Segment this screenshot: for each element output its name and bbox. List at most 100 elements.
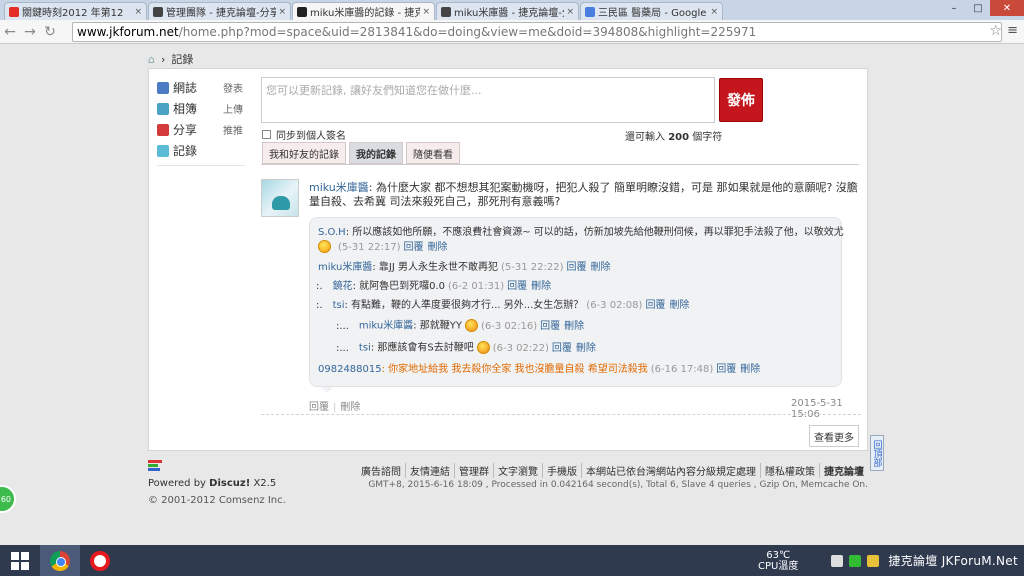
- site-icon: [297, 6, 307, 17]
- start-button[interactable]: [0, 545, 40, 576]
- sidebar-item-action[interactable]: 推推: [223, 122, 243, 137]
- tray-network-icon[interactable]: [849, 554, 862, 567]
- comment-delete-link[interactable]: 刪除: [564, 321, 584, 332]
- comment-thread: S.O.H: 所以應該如他所願，不應浪費社會資源~ 可以的話，仿新加坡先給他鞭刑…: [309, 217, 844, 387]
- smiley-icon: [465, 319, 479, 332]
- tray-security-icon[interactable]: [867, 554, 880, 567]
- comment-delete-link[interactable]: 刪除: [740, 364, 760, 375]
- record-tab[interactable]: 我的記錄: [349, 142, 403, 164]
- tab-close-icon[interactable]: ×: [278, 7, 286, 17]
- sidebar: 網誌 發表 相簿 上傳 分享 推推 記錄: [157, 77, 247, 166]
- share-icon: [157, 123, 169, 136]
- record-input[interactable]: 您可以更新記錄, 讓好友們知道您在做什麼...: [261, 77, 715, 123]
- footer-link[interactable]: 隱私權政策: [760, 463, 819, 478]
- powered-name[interactable]: Discuz!: [209, 478, 250, 489]
- float-badge[interactable]: 60: [0, 485, 16, 513]
- browser-toolbar: ← → ↻ www.jkforum.net/home.php?mod=space…: [0, 20, 1024, 44]
- taskbar-opera[interactable]: [80, 545, 120, 576]
- footer-link[interactable]: 文字瀏覽: [493, 463, 542, 478]
- maximize-button[interactable]: □: [966, 0, 990, 16]
- browser-tab[interactable]: miku米庫醬 - 捷克論壇-分享×: [436, 2, 579, 20]
- home-icon[interactable]: ⌂: [148, 53, 155, 66]
- tray-app-icon[interactable]: [831, 554, 844, 567]
- close-window-button[interactable]: ✕: [990, 0, 1024, 16]
- footer-link[interactable]: 管理群: [454, 463, 493, 478]
- tab-close-icon[interactable]: ×: [710, 7, 718, 17]
- record-tab[interactable]: 我和好友的記錄: [262, 142, 346, 164]
- address-bar[interactable]: www.jkforum.net/home.php?mod=space&uid=2…: [72, 22, 1002, 42]
- tab-close-icon[interactable]: ×: [134, 7, 142, 17]
- avatar[interactable]: [261, 179, 299, 217]
- sidebar-item[interactable]: 相簿 上傳: [157, 98, 247, 119]
- taskbar-chrome[interactable]: [40, 545, 80, 576]
- comment-row: :... miku米庫醬: 那就鞭YY (6-3 02:16) 回覆 刪除: [336, 319, 584, 333]
- comment-user-link[interactable]: tsi: [359, 343, 371, 354]
- footer-link[interactable]: 手機版: [542, 463, 581, 478]
- sidebar-item[interactable]: 分享 推推: [157, 119, 247, 140]
- windows-logo-icon: [11, 551, 29, 570]
- comment-reply-link[interactable]: 回覆: [507, 281, 527, 292]
- author-link[interactable]: miku米庫醬: [309, 181, 369, 194]
- tab-close-icon[interactable]: ×: [422, 7, 430, 17]
- sync-signature[interactable]: 同步到個人簽名: [262, 127, 346, 142]
- browser-tab[interactable]: 關鍵時刻2012 年第12 ×: [4, 2, 147, 20]
- comment-user-link[interactable]: miku米庫醬: [318, 262, 372, 273]
- footer-link[interactable]: 捷克論壇: [819, 463, 868, 478]
- footer-info: GMT+8, 2015-6-16 18:09 , Processed in 0.…: [368, 480, 868, 490]
- footer-link[interactable]: 本網站已依台灣網站內容分級規定處理: [581, 463, 760, 478]
- footer-link[interactable]: 友情連結: [405, 463, 454, 478]
- comment-delete-link[interactable]: 刪除: [531, 281, 551, 292]
- comment-meta: (6-3 02:16) 回覆 刪除: [478, 321, 584, 332]
- bookmark-star-icon[interactable]: ☆: [989, 23, 1002, 39]
- remain-prefix: 還可輸入: [625, 132, 665, 143]
- comment-reply-link[interactable]: 回覆: [404, 242, 424, 253]
- comment-reply-link[interactable]: 回覆: [566, 262, 586, 273]
- minimize-button[interactable]: –: [942, 0, 966, 16]
- reply-link[interactable]: 回覆: [309, 402, 329, 413]
- album-icon: [157, 102, 169, 115]
- sidebar-item-action[interactable]: 上傳: [223, 101, 243, 116]
- post-button[interactable]: 發佈: [719, 78, 763, 122]
- breadcrumb-separator: ›: [160, 52, 166, 66]
- tab-close-icon[interactable]: ×: [566, 7, 574, 17]
- sidebar-item-action[interactable]: 發表: [223, 80, 243, 95]
- comment-reply-link[interactable]: 回覆: [540, 321, 560, 332]
- comment-delete-link[interactable]: 刪除: [428, 242, 448, 253]
- delete-link[interactable]: 刪除: [340, 402, 360, 413]
- sidebar-item[interactable]: 網誌 發表: [157, 77, 247, 98]
- comment-time: (5-31 22:17): [338, 241, 401, 253]
- browser-tab[interactable]: 三民區 醫藥局 - Google 搜 ×: [580, 2, 723, 20]
- sidebar-item[interactable]: 記錄: [157, 140, 247, 161]
- comment-meta: (6-3 02:08) 回覆 刪除: [583, 300, 689, 311]
- chrome-menu-icon[interactable]: ≡: [1007, 23, 1018, 38]
- comment-reply-link[interactable]: 回覆: [716, 364, 736, 375]
- comment-meta: (5-31 22:22) 回覆 刪除: [498, 262, 611, 273]
- sync-checkbox[interactable]: [262, 130, 271, 139]
- record-divider: [261, 414, 861, 415]
- comment-delete-link[interactable]: 刪除: [590, 262, 610, 273]
- comment-user-link[interactable]: 0982488015: [318, 364, 382, 375]
- back-button[interactable]: ←: [0, 24, 20, 40]
- comment-user-link[interactable]: tsi: [333, 300, 345, 311]
- site-icon: [441, 6, 451, 17]
- reload-button[interactable]: ↻: [40, 24, 60, 40]
- record-tab[interactable]: 隨便看看: [406, 142, 460, 164]
- comment-user-link[interactable]: S.O.H: [318, 227, 346, 238]
- opera-icon: [90, 550, 110, 571]
- view-more-button[interactable]: 查看更多: [809, 425, 859, 447]
- comment-reply-link[interactable]: 回覆: [645, 300, 665, 311]
- comment-time: (5-31 22:22): [500, 262, 564, 273]
- browser-tab[interactable]: miku米庫醬的記錄 - 捷克 ×: [292, 2, 435, 20]
- comment-text: : 所以應該如他所願，不應浪費社會資源~ 可以的話，仿新加坡先給他鞭刑伺候，再以…: [345, 227, 844, 238]
- comment-user-link[interactable]: 鏡花: [333, 281, 353, 292]
- comment-reply-link[interactable]: 回覆: [552, 343, 572, 354]
- comment-meta: (6-3 02:22) 回覆 刪除: [490, 343, 596, 354]
- comment-user-link[interactable]: miku米庫醬: [359, 321, 413, 332]
- browser-tab[interactable]: 管理團隊 - 捷克論壇-分享 ×: [148, 2, 291, 20]
- footer-link[interactable]: 廣告諮問: [357, 463, 405, 478]
- back-to-top-button[interactable]: 回頂部: [870, 435, 884, 471]
- comment-delete-link[interactable]: 刪除: [669, 300, 689, 311]
- page-viewport: ⌂ › 記錄 網誌 發表 相簿 上傳 分享 推推 記錄 您可以更新記錄, 讓好友們知道您在做…: [0, 45, 1024, 545]
- forward-button[interactable]: →: [20, 24, 40, 40]
- comment-delete-link[interactable]: 刪除: [576, 343, 596, 354]
